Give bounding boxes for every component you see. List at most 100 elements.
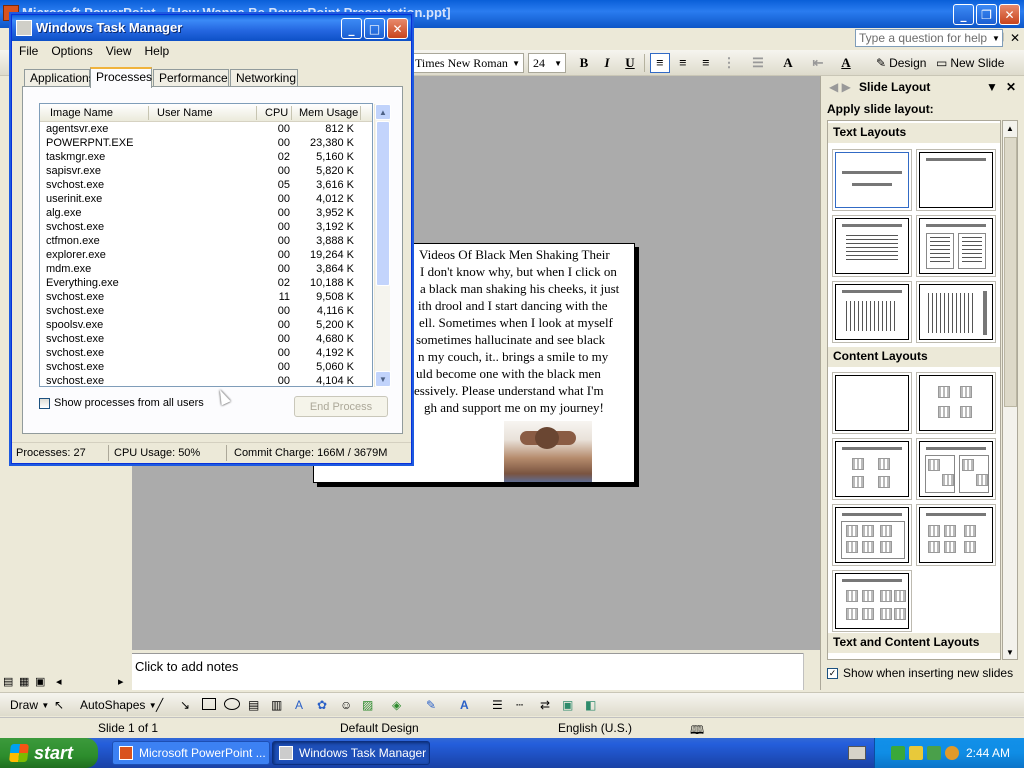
security-shield-icon[interactable] [909,746,923,760]
layout-blank[interactable] [832,372,912,434]
font-name-select[interactable]: Times New Roman ▼ [410,53,524,73]
autoshapes-menu-button[interactable]: AutoShapes ▼ [80,695,157,715]
task-pane-scrollbar[interactable]: ▲ ▼ [1002,120,1018,660]
align-right-icon[interactable]: ≡ [696,53,716,73]
layout-title-two-content-over[interactable] [916,504,996,566]
arrow-icon[interactable]: ↘ [180,695,190,715]
scroll-left-icon[interactable]: ◂ [56,675,62,688]
keyboard-icon[interactable] [848,746,866,760]
table-row[interactable]: spoolsv.exe 00 5,200 K [40,319,372,333]
table-row[interactable]: svchost.exe 00 3,192 K [40,221,372,235]
slide-sorter-icon[interactable]: ▦ [19,675,29,688]
back-forward-icon[interactable]: ◀ ▶ [829,80,851,94]
chevron-down-icon[interactable]: ▼ [990,29,1002,47]
minimize-button[interactable]: _ [341,18,362,39]
font-color-icon[interactable]: A [836,53,856,73]
line-style-icon[interactable]: ☰ [492,695,503,715]
table-row[interactable]: sapisvr.exe 00 5,820 K [40,165,372,179]
new-slide-button[interactable]: ▭ New Slide [936,53,1004,73]
slide-photo[interactable] [504,421,592,482]
show-all-users-checkbox[interactable] [39,397,50,409]
table-row[interactable]: svchost.exe 00 4,192 K [40,347,372,361]
taskbar-item-powerpoint[interactable]: Microsoft PowerPoint ... [112,741,270,765]
table-row[interactable]: POWERPNT.EXE 00 23,380 K [40,137,372,151]
picture-icon[interactable]: ▨ [362,695,373,715]
task-manager-title-bar[interactable]: Windows Task Manager _ □ ✕ [12,15,411,41]
taskbar-item-task-manager[interactable]: Windows Task Manager [272,741,430,765]
shadow-style-icon[interactable]: ▣ [562,695,573,715]
layout-vertical-title-and-text[interactable] [916,281,996,343]
indent-icon[interactable]: ⇤ [808,53,828,73]
layout-vertical-text[interactable] [832,281,912,343]
layout-title-and-text[interactable] [832,215,912,277]
italic-button[interactable]: I [597,53,617,73]
maximize-button[interactable]: □ [364,18,385,39]
search-icon[interactable] [945,746,959,760]
draw-menu-button[interactable]: Draw ▼ [10,695,49,715]
tab-performance[interactable]: Performance [153,69,229,87]
bullets-icon[interactable]: ☰ [748,53,768,73]
scroll-right-icon[interactable]: ▸ [118,675,124,688]
scroll-down-icon[interactable]: ▼ [1003,645,1017,659]
line-icon[interactable]: ╱ [156,695,163,715]
table-row[interactable]: svchost.exe 05 3,616 K [40,179,372,193]
oval-icon[interactable] [224,698,240,710]
menu-help[interactable]: Help [145,44,170,58]
table-row[interactable]: mdm.exe 00 3,864 K [40,263,372,277]
line-color-icon[interactable]: ✎ [426,695,436,715]
layout-title-and-four-content[interactable] [832,570,912,632]
fill-color-icon[interactable]: ◈ [392,695,401,715]
close-icon[interactable]: ✕ [1006,80,1016,94]
network-icon[interactable] [891,746,905,760]
normal-view-icon[interactable]: ▤ [3,675,13,688]
wordart-icon[interactable]: A [295,695,303,715]
table-row[interactable]: svchost.exe 00 5,060 K [40,361,372,375]
tab-processes[interactable]: Processes [90,67,152,88]
restore-button[interactable]: ❐ [976,4,997,25]
table-row[interactable]: svchost.exe 11 9,508 K [40,291,372,305]
layout-title-and-two-content[interactable] [916,438,996,500]
table-row[interactable]: taskmgr.exe 02 5,160 K [40,151,372,165]
table-row[interactable]: explorer.exe 00 19,264 K [40,249,372,263]
show-all-users-option[interactable]: Show processes from all users [39,397,204,409]
layout-title-only[interactable] [916,149,996,211]
menu-options[interactable]: Options [51,44,92,58]
scrollbar-thumb[interactable] [376,121,390,286]
minimize-button[interactable]: _ [953,4,974,25]
table-row[interactable]: ctfmon.exe 00 3,888 K [40,235,372,249]
textbox-icon[interactable]: ▤ [248,695,259,715]
tab-networking[interactable]: Networking [230,69,298,87]
scroll-up-icon[interactable]: ▲ [1003,121,1017,135]
process-list-scrollbar[interactable]: ▲ ▼ [374,104,391,387]
select-objects-icon[interactable]: ↖ [54,695,64,715]
column-image-name[interactable]: Image Name [50,107,113,119]
help-search-input[interactable]: Type a question for help [855,29,1003,47]
table-row[interactable]: Everything.exe 02 10,188 K [40,277,372,291]
layout-list[interactable]: Text Layouts Content Layouts Text and Co… [827,120,1001,660]
numbering-icon[interactable]: ⋮ [719,53,739,73]
rectangle-icon[interactable] [202,698,216,710]
vertical-textbox-icon[interactable]: ▥ [271,695,282,715]
column-cpu[interactable]: CPU [265,107,288,119]
table-row[interactable]: alg.exe 00 3,952 K [40,207,372,221]
layout-title-slide[interactable] [832,149,912,211]
table-row[interactable]: userinit.exe 00 4,012 K [40,193,372,207]
menu-view[interactable]: View [106,44,132,58]
notes-scrollbar[interactable] [803,653,820,690]
scroll-up-icon[interactable]: ▲ [375,104,391,120]
notes-pane[interactable]: Click to add notes [132,653,820,690]
show-when-inserting-checkbox[interactable]: ✓ [827,667,838,679]
scroll-down-icon[interactable]: ▼ [375,371,391,387]
table-row[interactable]: svchost.exe 00 4,104 K [40,375,372,386]
close-button[interactable]: ✕ [999,4,1020,25]
increase-font-icon[interactable]: A [778,53,798,73]
diagram-icon[interactable]: ✿ [317,695,327,715]
start-button[interactable]: start [0,738,98,768]
layout-title-content-and-two[interactable] [832,504,912,566]
layout-content[interactable] [916,372,996,434]
tab-applications[interactable]: Applications [24,69,95,87]
layout-two-column-text[interactable] [916,215,996,277]
align-left-icon[interactable]: ≡ [650,53,670,73]
arrow-style-icon[interactable]: ⇄ [540,695,550,715]
column-user-name[interactable]: User Name [157,107,213,119]
